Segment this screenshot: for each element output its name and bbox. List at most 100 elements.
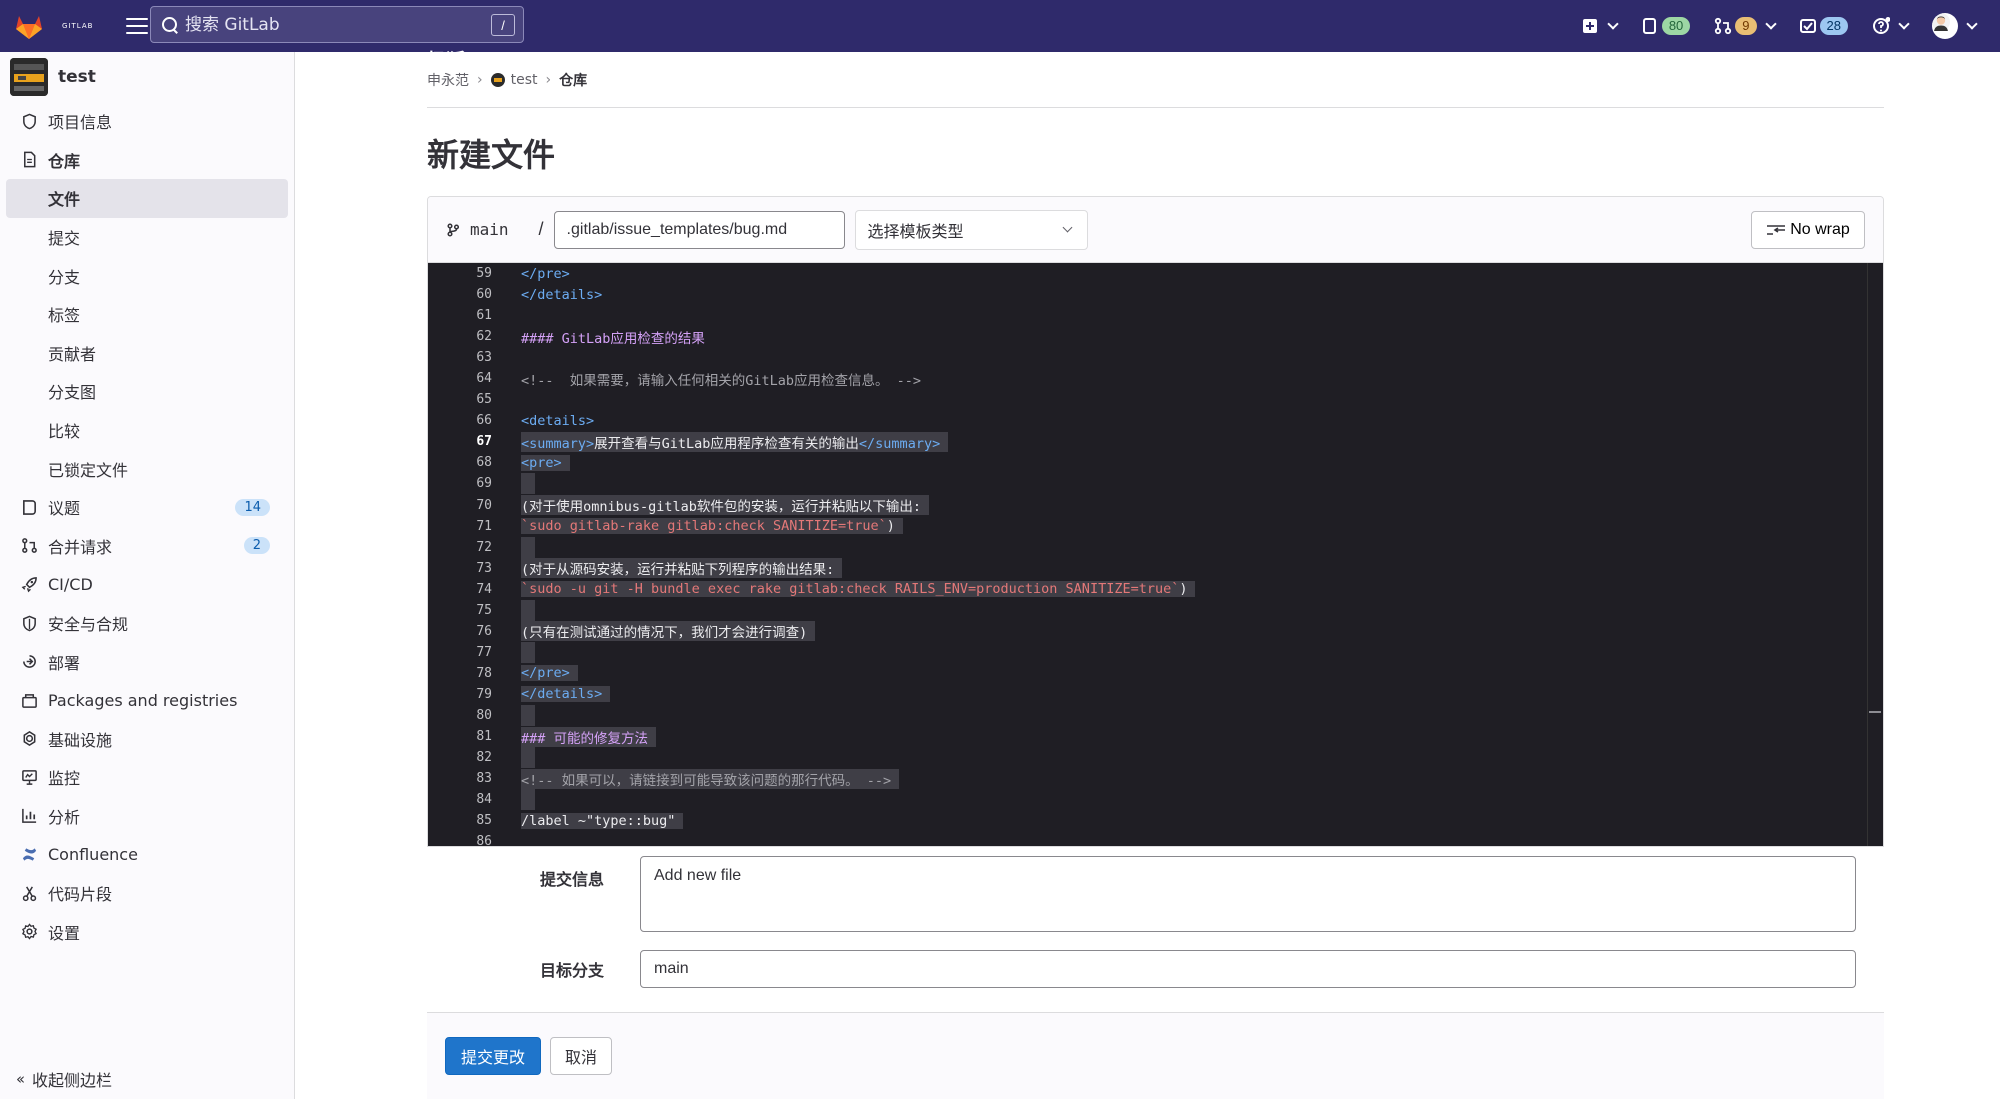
code-line[interactable]: 80 <box>428 705 1883 726</box>
line-number: 72 <box>476 539 492 555</box>
code-line[interactable]: 66 <details> <box>428 410 1883 431</box>
sidebar-item[interactable]: 项目信息 <box>0 102 294 141</box>
issues-button[interactable]: 80 <box>1641 17 1691 35</box>
file-path-input[interactable] <box>553 210 845 249</box>
line-number: 69 <box>476 476 492 492</box>
line-text: <summary>展开查看与GitLab应用程序检查有关的输出</summary… <box>521 431 949 452</box>
sidebar-item[interactable]: CI/CD <box>0 565 294 604</box>
template-type-label: 选择模板类型 <box>867 221 964 241</box>
code-line[interactable]: 74 `sudo -u git -H bundle exec rake gitla… <box>428 579 1883 600</box>
code-line[interactable]: 59 </pre> <box>428 263 1883 284</box>
code-line[interactable]: 83 <!-- 如果可以，请链接到可能导致该问题的那行代码。 --> <box>428 768 1883 789</box>
confluence-icon <box>20 846 38 864</box>
breadcrumb-user[interactable]: 申永范 <box>427 70 469 90</box>
line-text: /label ~"type::bug" <box>521 812 684 829</box>
no-wrap-button[interactable]: No wrap <box>1751 211 1865 249</box>
code-line[interactable]: 64 <!-- 如果需要，请输入任何相关的GitLab应用检查信息。 --> <box>428 368 1883 389</box>
code-line[interactable]: 84 <box>428 789 1883 811</box>
merge-requests-button[interactable]: 9 <box>1714 17 1777 35</box>
todos-button[interactable]: 28 <box>1799 17 1848 35</box>
help-icon <box>1873 17 1890 34</box>
code-line[interactable]: 62 #### GitLab应用检查的结果 <box>428 326 1883 347</box>
sidebar-item[interactable]: 仓库 <box>0 141 294 180</box>
code-line[interactable]: 60 </details> <box>428 284 1883 305</box>
sidebar-item[interactable]: 安全与合规 <box>0 604 294 643</box>
code-line[interactable]: 78 </pre> <box>428 663 1883 684</box>
commit-message-input[interactable]: Add new file <box>640 856 1856 932</box>
search-box[interactable]: / <box>150 6 524 43</box>
sidebar-project-header[interactable]: test <box>0 52 294 102</box>
sidebar-item[interactable]: 分析 <box>0 797 294 836</box>
code-line[interactable]: 85/label ~"type::bug" <box>428 810 1883 831</box>
code-line[interactable]: 71 `sudo gitlab-rake gitlab:check SANITIZ… <box>428 516 1883 537</box>
help-button[interactable] <box>1872 17 1910 35</box>
code-line[interactable]: 77 <box>428 641 1883 663</box>
sidebar-item[interactable]: 分支 <box>0 256 294 295</box>
gitlab-logo[interactable]: 极狐 GITLAB <box>14 12 465 71</box>
line-number: 78 <box>476 665 492 681</box>
chevron-down-icon <box>1062 222 1072 232</box>
collapse-sidebar-label: 收起侧边栏 <box>32 1071 113 1090</box>
line-text: `sudo -u git -H bundle exec rake gitlab:… <box>521 581 1196 598</box>
sidebar-item[interactable]: 分支图 <box>0 372 294 411</box>
sidebar-item[interactable]: 比较 <box>0 411 294 450</box>
code-line[interactable]: 65 <box>428 389 1883 410</box>
sidebar-item[interactable]: 代码片段 <box>0 874 294 913</box>
sidebar-item[interactable]: 议题 14 <box>0 488 294 527</box>
sidebar-item[interactable]: 提交 <box>0 218 294 257</box>
search-input[interactable] <box>185 14 485 35</box>
form-actions: 提交更改 取消 <box>427 1012 1884 1099</box>
sidebar-item[interactable]: 设置 <box>0 912 294 951</box>
chevron-down-icon <box>1898 18 1910 30</box>
sidebar-item[interactable]: Confluence <box>0 835 294 874</box>
menu-icon[interactable] <box>126 18 148 34</box>
main-content: 申永范 › test › 仓库 新建文件 main / 选择模板类型 No wr… <box>427 52 1884 1099</box>
sidebar-item[interactable]: 标签 <box>0 295 294 334</box>
sidebar-item[interactable]: 贡献者 <box>0 334 294 373</box>
code-line[interactable]: 79 </details> <box>428 684 1883 705</box>
code-line[interactable]: 73 (对于从源码安装，运行并粘贴下列程序的输出结果: <box>428 558 1883 579</box>
sidebar-item-label: 监控 <box>48 769 81 789</box>
sidebar-item[interactable]: 部署 <box>0 642 294 681</box>
sidebar-item-label: 标签 <box>48 306 81 326</box>
cancel-button[interactable]: 取消 <box>550 1037 613 1075</box>
code-line[interactable]: 81 ### 可能的修复方法 <box>428 726 1883 747</box>
user-menu-button[interactable] <box>1932 13 1978 39</box>
branch-icon <box>447 222 460 237</box>
code-line[interactable]: 67 <summary>展开查看与GitLab应用程序检查有关的输出</summa… <box>428 431 1883 452</box>
sidebar-nav: 项目信息 仓库 文件 提交 分支标签贡献者 分支图 比较 已锁定文件 议题 14 合并请求 2 CI/C… <box>0 102 294 951</box>
code-line[interactable]: 75 <box>428 599 1883 621</box>
code-line[interactable]: 68 <pre> <box>428 452 1883 473</box>
code-line[interactable]: 72 <box>428 536 1883 558</box>
commit-changes-button[interactable]: 提交更改 <box>445 1037 542 1075</box>
template-type-select[interactable]: 选择模板类型 <box>854 209 1088 250</box>
scrollbar-thumb[interactable] <box>1869 711 1881 713</box>
project-avatar-small <box>490 72 505 87</box>
code-line[interactable]: 70 (对于使用omnibus-gitlab软件包的安装，运行并粘贴以下输出: <box>428 495 1883 516</box>
line-text: </pre> <box>521 265 570 282</box>
sidebar-item[interactable]: 已锁定文件 <box>0 449 294 488</box>
plus-square-icon <box>1582 19 1597 33</box>
sidebar-item-label: 合并请求 <box>48 537 113 557</box>
settings-icon <box>20 923 38 941</box>
breadcrumb-project[interactable]: test <box>511 72 538 88</box>
sidebar-item[interactable]: 文件 <box>6 179 288 218</box>
create-new-button[interactable] <box>1581 17 1619 35</box>
target-branch-input[interactable] <box>640 950 1856 988</box>
collapse-sidebar-button[interactable]: ‹‹ 收起侧边栏 <box>16 1067 112 1091</box>
breadcrumb-current[interactable]: 仓库 <box>559 70 587 90</box>
sidebar-item[interactable]: 合并请求 2 <box>0 527 294 566</box>
sidebar-item[interactable]: Packages and registries <box>0 681 294 720</box>
editor-scrollbar[interactable] <box>1867 263 1883 846</box>
code-editor[interactable]: 59 </pre> 60 </details> 61 62 #### GitLab应用检查的… <box>428 263 1883 846</box>
code-line[interactable]: 61 <box>428 305 1883 326</box>
sidebar-item[interactable]: 监控 <box>0 758 294 797</box>
chevron-down-icon <box>1607 18 1619 30</box>
avatar <box>1932 13 1958 39</box>
code-line[interactable]: 69 <box>428 473 1883 495</box>
code-line[interactable]: 86 <box>428 831 1883 846</box>
code-line[interactable]: 76 (只有在测试通过的情况下，我们才会进行调查) <box>428 621 1883 642</box>
code-line[interactable]: 63 <box>428 347 1883 368</box>
sidebar-item[interactable]: 基础设施 <box>0 720 294 759</box>
code-line[interactable]: 82 <box>428 747 1883 769</box>
